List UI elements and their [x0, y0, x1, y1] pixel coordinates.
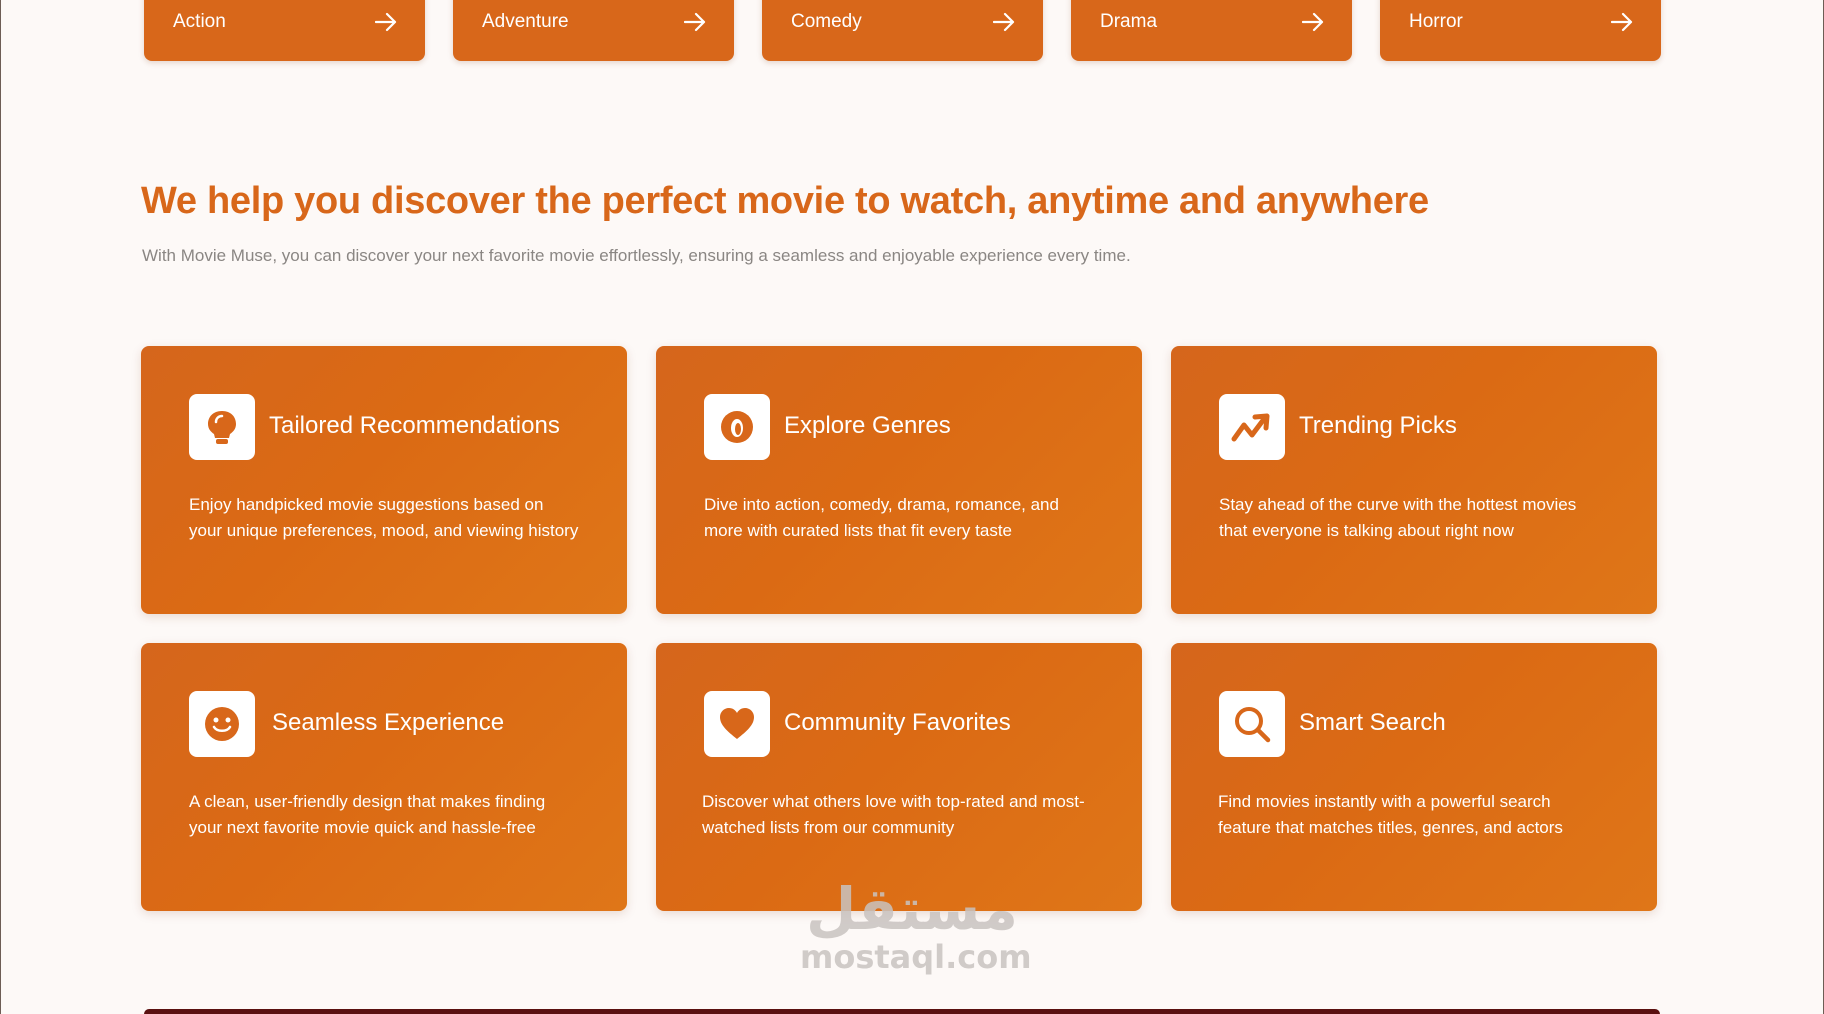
lightbulb-icon	[189, 394, 255, 460]
feature-description: Discover what others love with top-rated…	[702, 792, 1085, 837]
feature-title: Smart Search	[1299, 709, 1446, 736]
arrow-right-icon	[1611, 12, 1633, 32]
watermark: مستقل mostaql.com	[800, 875, 1032, 996]
genre-label: Action	[173, 11, 226, 32]
genre-row: Action Adventure Comedy Drama Horror	[144, 0, 1662, 61]
next-section-edge	[144, 1009, 1660, 1014]
watermark-arabic: مستقل	[805, 875, 1019, 943]
feature-title: Seamless Experience	[272, 709, 505, 736]
feature-card-smart-search: Smart Search Find movies instantly with …	[1171, 643, 1657, 911]
arrow-right-icon	[1302, 12, 1324, 32]
arrow-right-icon	[684, 12, 706, 32]
feature-card-community-favorites: Community Favorites Discover what others…	[656, 643, 1142, 911]
feature-description: Enjoy handpicked movie suggestions based…	[189, 495, 579, 540]
genre-button-adventure[interactable]: Adventure	[453, 0, 734, 61]
feature-card-explore-genres: Explore Genres Dive into action, comedy,…	[656, 346, 1142, 614]
feature-title: Trending Picks	[1299, 412, 1457, 439]
genre-button-horror[interactable]: Horror	[1380, 0, 1661, 61]
feature-description: Dive into action, comedy, drama, romance…	[704, 495, 1059, 540]
search-icon	[1219, 691, 1285, 757]
feature-title: Explore Genres	[784, 412, 951, 439]
arrow-right-icon	[993, 12, 1015, 32]
genre-label: Adventure	[482, 11, 569, 32]
compass-icon	[704, 394, 770, 460]
feature-title: Tailored Recommendations	[269, 412, 560, 439]
feature-title: Community Favorites	[784, 709, 1011, 736]
feature-description: Stay ahead of the curve with the hottest…	[1219, 495, 1577, 540]
genre-label: Horror	[1409, 11, 1463, 32]
genre-button-drama[interactable]: Drama	[1071, 0, 1352, 61]
genre-button-comedy[interactable]: Comedy	[762, 0, 1043, 61]
genre-label: Comedy	[791, 11, 862, 32]
trending-icon	[1219, 394, 1285, 460]
heart-icon	[704, 691, 770, 757]
genre-button-action[interactable]: Action	[144, 0, 425, 61]
feature-description: Find movies instantly with a powerful se…	[1218, 792, 1563, 837]
smiley-icon	[189, 691, 255, 757]
feature-card-seamless-experience: Seamless Experience A clean, user-friend…	[141, 643, 627, 911]
feature-card-trending-picks: Trending Picks Stay ahead of the curve w…	[1171, 346, 1657, 614]
feature-card-tailored-recommendations: Tailored Recommendations Enjoy handpicke…	[141, 346, 627, 614]
genre-label: Drama	[1100, 11, 1158, 32]
section-title: We help you discover the perfect movie t…	[141, 180, 1429, 222]
feature-description: A clean, user-friendly design that makes…	[189, 792, 546, 837]
arrow-right-icon	[375, 12, 397, 32]
section-subtitle: With Movie Muse, you can discover your n…	[142, 246, 1131, 265]
watermark-latin: mostaql.com	[800, 938, 1032, 976]
